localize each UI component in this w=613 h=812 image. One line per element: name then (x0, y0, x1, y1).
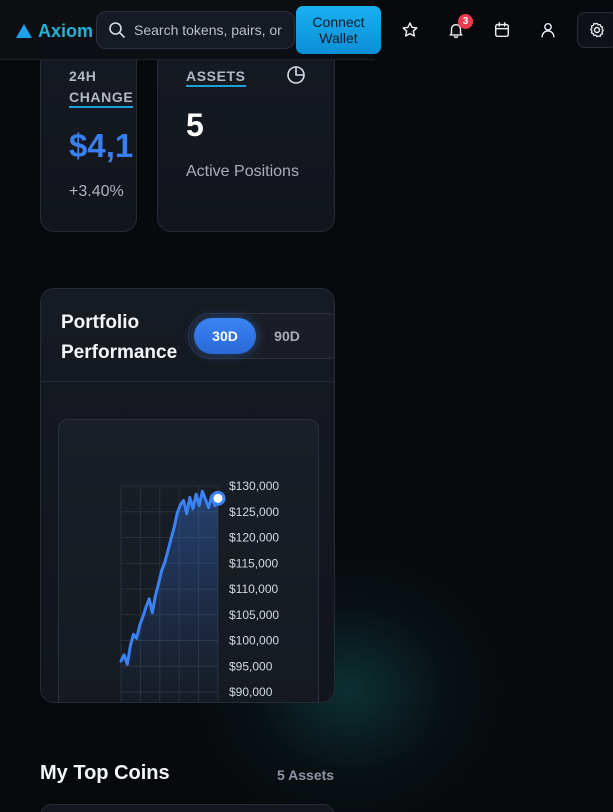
profile-button[interactable] (531, 13, 565, 47)
assets-label: ASSETS (186, 66, 246, 87)
change-stat-card: 24H CHANGE $4,1 +3.40% (40, 30, 137, 232)
assets-count: 5 (186, 107, 204, 143)
star-icon (402, 22, 418, 37)
pie-chart-icon (287, 66, 305, 84)
brand-logo[interactable]: Axiom (16, 19, 93, 43)
performance-chart-panel: $130,000 $125,000 $120,000 $115,000 $110,000… (58, 419, 319, 702)
user-icon (541, 22, 555, 38)
brand-name: Axiom (38, 20, 94, 41)
search-input[interactable] (134, 22, 284, 38)
change-percent: +3.40% (69, 183, 124, 200)
calendar-icon (494, 22, 510, 38)
gear-icon (590, 22, 604, 38)
assets-subtitle: Active Positions (186, 163, 299, 180)
y-tick-label: $95,000 (229, 659, 273, 673)
tab-30d[interactable]: 30D (194, 318, 256, 354)
notification-badge: 3 (458, 14, 473, 29)
y-tick-label: $130,000 (229, 479, 279, 493)
connect-wallet-button[interactable]: Connect Wallet (296, 6, 381, 54)
search-box[interactable] (96, 11, 295, 49)
performance-title: Portfolio Performance (61, 312, 178, 363)
y-tick-label: $110,000 (229, 582, 278, 596)
performance-chart: $130,000 $125,000 $120,000 $115,000 $110,000… (119, 479, 279, 702)
assets-label-text: ASSETS (186, 68, 246, 87)
favorites-button[interactable] (393, 13, 427, 47)
series-area (121, 491, 218, 702)
top-coins-count: 5 Assets (277, 767, 335, 783)
performance-divider (41, 381, 334, 382)
tab-90d[interactable]: 90D (263, 318, 311, 354)
change-label-line2: CHANGE (69, 89, 134, 108)
assets-stat-card: ASSETS 5 Active Positions (157, 30, 335, 232)
y-tick-label: $115,000 (229, 556, 278, 570)
top-header: Axiom Connect Wallet 3 (0, 0, 613, 60)
y-tick-label: $125,000 (229, 505, 279, 519)
settings-button[interactable] (577, 12, 613, 48)
portfolio-performance-card: Portfolio Performance 30D 90D $130,000 $1… (40, 288, 335, 703)
y-tick-label: $90,000 (229, 685, 273, 699)
y-tick-label: $100,000 (229, 634, 279, 648)
top-coins-title: My Top Coins (40, 762, 170, 784)
timeframe-toggle: 30D 90D (188, 313, 334, 359)
calendar-button[interactable] (485, 13, 519, 47)
change-value: $4,1 (69, 127, 134, 164)
y-tick-label: $120,000 (229, 531, 279, 545)
y-tick-label: $105,000 (229, 608, 279, 622)
change-label: 24H CHANGE (69, 66, 134, 108)
notifications-button[interactable]: 3 (439, 13, 473, 47)
logo-triangle-icon (16, 24, 32, 38)
coin-card[interactable] (40, 804, 335, 812)
last-data-point (210, 490, 226, 506)
change-label-line1: 24H (69, 68, 97, 84)
search-icon (109, 22, 125, 38)
